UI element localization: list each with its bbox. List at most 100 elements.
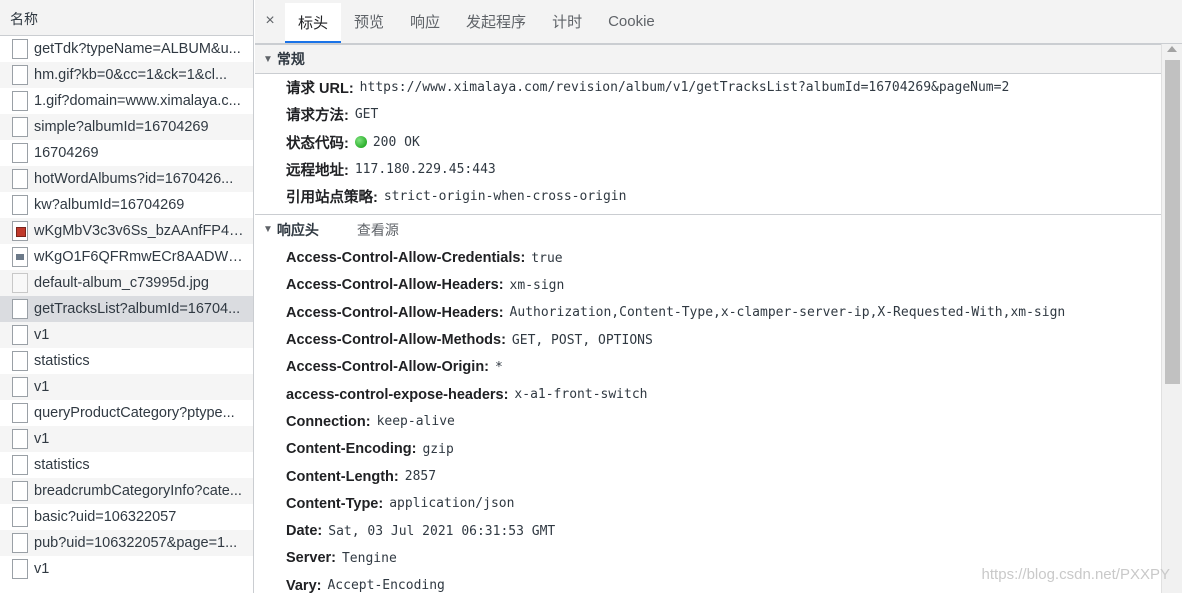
vertical-scrollbar[interactable] xyxy=(1161,44,1182,593)
tab-timing[interactable]: 计时 xyxy=(539,0,595,43)
tab-preview[interactable]: 预览 xyxy=(341,0,397,43)
request-name: wKgO1F6QFRmwECr8AADWC... xyxy=(34,249,248,265)
response-header-row: Access-Control-Allow-Headers: xm-sign xyxy=(255,272,1161,299)
request-row[interactable]: getTdk?typeName=ALBUM&u... xyxy=(0,36,253,62)
header-value: Tengine xyxy=(341,550,397,566)
header-key: access-control-expose-headers: xyxy=(286,386,509,403)
scroll-up-arrow-icon[interactable] xyxy=(1167,46,1177,52)
document-icon xyxy=(12,169,28,189)
request-list: getTdk?typeName=ALBUM&u... hm.gif?kb=0&cc… xyxy=(0,36,253,582)
request-name: breadcrumbCategoryInfo?cate... xyxy=(34,483,242,499)
request-name: v1 xyxy=(34,379,50,395)
request-row[interactable]: v1 xyxy=(0,426,253,452)
request-row[interactable]: wKgO1F6QFRmwECr8AADWC... xyxy=(0,244,253,270)
header-key: Access-Control-Allow-Methods: xyxy=(286,332,506,349)
general-row: 状态代码: 200 OK xyxy=(255,129,1161,156)
general-row: 请求 URL: https://www.ximalaya.com/revision… xyxy=(255,74,1161,101)
triangle-down-icon[interactable]: ▼ xyxy=(263,224,273,235)
header-value: x-a1-front-switch xyxy=(514,387,648,403)
name-column-header[interactable]: 名称 xyxy=(0,0,253,36)
general-row: 远程地址: 117.180.229.45:443 xyxy=(255,156,1161,183)
document-icon xyxy=(12,195,28,215)
tab-headers[interactable]: 标头 xyxy=(285,3,342,43)
header-value: GET, POST, OPTIONS xyxy=(511,332,653,348)
request-row[interactable]: basic?uid=106322057 xyxy=(0,504,253,530)
request-row[interactable]: 16704269 xyxy=(0,140,253,166)
request-name: statistics xyxy=(34,353,90,369)
document-icon xyxy=(12,325,28,345)
headers-content: ▼ 常规 请求 URL: https://www.ximalaya.com/rev… xyxy=(255,44,1161,593)
request-row[interactable]: statistics xyxy=(0,452,253,478)
header-value: strict-origin-when-cross-origin xyxy=(383,189,627,205)
document-icon xyxy=(12,117,28,137)
request-row[interactable]: v1 xyxy=(0,322,253,348)
general-section-title: 常规 xyxy=(276,51,305,67)
request-row[interactable]: kw?albumId=16704269 xyxy=(0,192,253,218)
request-name: 16704269 xyxy=(34,145,99,161)
document-icon xyxy=(12,429,28,449)
header-key: 请求方法: xyxy=(286,108,349,125)
request-name: wKgMbV3c3v6Ss_bzAAnfFP4a... xyxy=(34,223,248,239)
header-value: Accept-Encoding xyxy=(327,578,445,593)
header-key: 远程地址: xyxy=(286,163,349,180)
response-header-row: Access-Control-Allow-Credentials: true xyxy=(255,244,1161,271)
response-header-row: Content-Length: 2857 xyxy=(255,463,1161,490)
view-source-link[interactable]: 查看源 xyxy=(357,220,399,240)
request-name: pub?uid=106322057&page=1... xyxy=(34,535,238,551)
tab-cookies[interactable]: Cookie xyxy=(595,0,668,43)
header-key: Vary: xyxy=(286,577,322,593)
request-row[interactable]: getTracksList?albumId=16704... xyxy=(0,296,253,322)
request-list-panel: 名称 getTdk?typeName=ALBUM&u... hm.gif?kb=0… xyxy=(0,0,254,593)
response-header-row: Access-Control-Allow-Methods: GET, POST, … xyxy=(255,326,1161,353)
request-row[interactable]: queryProductCategory?ptype... xyxy=(0,400,253,426)
general-section-header[interactable]: ▼ 常规 xyxy=(255,44,1161,74)
request-row[interactable]: statistics xyxy=(0,348,253,374)
header-value: GET xyxy=(354,107,379,123)
request-row[interactable]: hotWordAlbums?id=1670426... xyxy=(0,166,253,192)
header-value: https://www.ximalaya.com/revision/album/… xyxy=(359,80,1010,96)
header-value: xm-sign xyxy=(509,277,565,293)
response-header-row: Content-Encoding: gzip xyxy=(255,436,1161,463)
image-icon xyxy=(12,247,28,267)
status-ok-dot-icon xyxy=(354,136,367,149)
request-row[interactable]: simple?albumId=16704269 xyxy=(0,114,253,140)
response-headers-title: 响应头 xyxy=(276,221,319,238)
header-value: 117.180.229.45:443 xyxy=(354,162,496,178)
request-row[interactable]: default-album_c73995d.jpg xyxy=(0,270,253,296)
header-key: Connection: xyxy=(286,413,371,430)
request-row[interactable]: v1 xyxy=(0,556,253,582)
request-row[interactable]: wKgMbV3c3v6Ss_bzAAnfFP4a... xyxy=(0,218,253,244)
request-row[interactable]: pub?uid=106322057&page=1... xyxy=(0,530,253,556)
response-header-row: Access-Control-Allow-Origin: * xyxy=(255,354,1161,381)
request-row[interactable]: v1 xyxy=(0,374,253,400)
document-icon xyxy=(12,377,28,397)
header-value: * xyxy=(495,359,503,375)
header-value: Sat, 03 Jul 2021 06:31:53 GMT xyxy=(328,523,556,539)
document-icon xyxy=(12,143,28,163)
document-icon xyxy=(12,403,28,423)
request-row[interactable]: hm.gif?kb=0&cc=1&ck=1&cl... xyxy=(0,62,253,88)
general-row: 请求方法: GET xyxy=(255,101,1161,128)
request-name: kw?albumId=16704269 xyxy=(34,197,185,213)
request-row[interactable]: breadcrumbCategoryInfo?cate... xyxy=(0,478,253,504)
header-key: 请求 URL: xyxy=(286,81,354,98)
header-key: Content-Encoding: xyxy=(286,441,417,458)
tab-response[interactable]: 响应 xyxy=(397,0,453,43)
document-icon xyxy=(12,455,28,475)
request-name: simple?albumId=16704269 xyxy=(34,119,209,135)
scrollbar-thumb[interactable] xyxy=(1165,60,1180,384)
document-icon xyxy=(12,533,28,553)
close-icon[interactable]: × xyxy=(255,0,285,43)
response-header-row: access-control-expose-headers: x-a1-front… xyxy=(255,381,1161,408)
document-icon xyxy=(12,559,28,579)
header-key: Content-Length: xyxy=(286,468,399,485)
document-icon xyxy=(12,65,28,85)
triangle-down-icon[interactable]: ▼ xyxy=(263,54,273,65)
request-row[interactable]: 1.gif?domain=www.ximalaya.c... xyxy=(0,88,253,114)
tab-initiator[interactable]: 发起程序 xyxy=(453,0,539,43)
header-key: 状态代码: xyxy=(286,135,349,152)
request-name: default-album_c73995d.jpg xyxy=(34,275,209,291)
header-key: Access-Control-Allow-Origin: xyxy=(286,359,490,376)
response-headers-section-header[interactable]: ▼ 响应头 查看源 xyxy=(255,214,1161,244)
document-icon xyxy=(12,39,28,59)
